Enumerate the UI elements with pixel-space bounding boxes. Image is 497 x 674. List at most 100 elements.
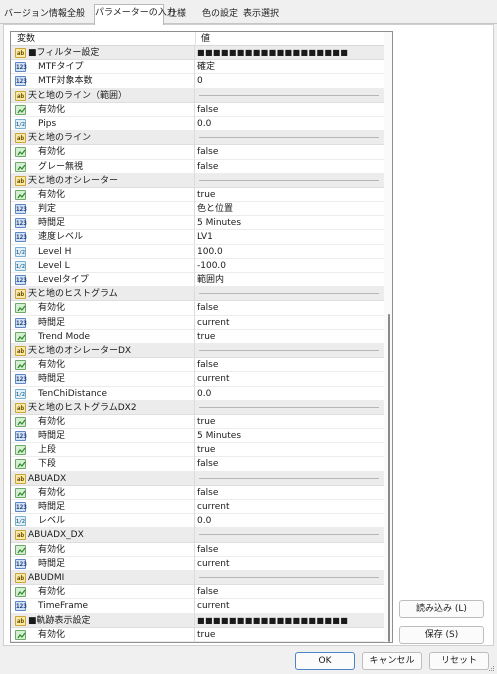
scrollbar-thumb[interactable] (388, 314, 390, 642)
parameter-value[interactable]: current (197, 373, 383, 385)
parameter-value[interactable]: LV1 (197, 231, 383, 243)
save-button[interactable]: 保存 (S) (399, 626, 484, 644)
parameter-value[interactable]: 0 (197, 75, 383, 87)
parameter-row[interactable]: グレー無視 false (11, 159, 384, 174)
parameter-value[interactable]: false (197, 146, 383, 158)
parameter-value[interactable]: false (197, 586, 383, 598)
parameter-row[interactable]: 有効化 false (11, 145, 384, 160)
parameter-row[interactable]: 123 時間足 current (11, 500, 384, 515)
parameter-row[interactable]: 123 時間足 5 Minutes (11, 216, 384, 231)
reset-button[interactable]: リセット (429, 652, 489, 670)
parameter-row[interactable]: 123 時間足 current (11, 315, 384, 330)
parameter-row[interactable]: 123 MTFタイプ 確定 (11, 60, 384, 75)
group-row[interactable]: ab ABUDMI (11, 570, 384, 586)
parameter-row[interactable]: 有効化 false (11, 485, 384, 500)
parameter-value[interactable]: 0.0 (197, 388, 383, 400)
parameter-name-cell: 123 時間足 (11, 429, 195, 444)
dbl-icon: 1/2 (15, 388, 26, 399)
cancel-button[interactable]: キャンセル (362, 652, 422, 670)
parameter-row[interactable]: 上段 true (11, 443, 384, 458)
parameter-value[interactable]: -100.0 (197, 260, 383, 272)
parameter-row[interactable]: 123 判定 色と位置 (11, 202, 384, 217)
parameter-row[interactable]: 有効化 false (11, 542, 384, 557)
parameter-value[interactable]: true (197, 331, 383, 343)
parameter-value[interactable]: false (197, 458, 383, 470)
parameter-name-cell: 有効化 (11, 187, 195, 202)
parameter-row[interactable]: 1/2 Level L -100.0 (11, 258, 384, 273)
parameter-value[interactable]: ■■■■■■■■■■■■■■■■■■■ (197, 47, 383, 59)
parameter-value[interactable]: 色と位置 (197, 203, 383, 215)
parameter-row[interactable]: 123 速度レベル LV1 (11, 230, 384, 245)
parameter-row[interactable]: 123 TimeFrame current (11, 599, 384, 614)
parameter-row[interactable]: 123 MTF対象本数 0 (11, 74, 384, 89)
parameter-row[interactable]: 有効化 false (11, 102, 384, 117)
parameter-value[interactable]: true (197, 416, 383, 428)
column-header-value[interactable]: 値 (201, 34, 210, 45)
load-button[interactable]: 読み込み (L) (399, 600, 484, 618)
parameter-row[interactable]: 123 時間足 current (11, 556, 384, 571)
group-row[interactable]: ab 天と地のヒストグラムDX2 (11, 400, 384, 415)
parameter-value[interactable]: false (197, 104, 383, 116)
parameter-value[interactable]: false (197, 359, 383, 371)
column-header-variable[interactable]: 変数 (17, 34, 35, 45)
bool-icon (15, 487, 26, 498)
parameter-value[interactable]: current (197, 600, 383, 612)
group-row[interactable]: ab 天と地のライン (11, 131, 384, 146)
parameter-value[interactable]: 100.0 (197, 246, 383, 258)
parameter-value[interactable]: 5 Minutes (197, 217, 383, 229)
tab-colors[interactable]: 色の設定 (201, 6, 239, 24)
group-row[interactable]: ab 天と地のオシレーター (11, 173, 384, 188)
parameter-row[interactable]: 有効化 false (11, 585, 384, 600)
parameter-row[interactable]: 下段 false (11, 457, 384, 472)
bool-icon (15, 331, 26, 342)
parameter-label: Level H (38, 246, 72, 257)
group-row[interactable]: ab ■軌跡表示設定 ■■■■■■■■■■■■■■■■■■■ (11, 613, 384, 628)
parameter-value[interactable]: false (197, 487, 383, 499)
vertical-scrollbar[interactable] (384, 32, 392, 642)
tab-display[interactable]: 表示選択 (241, 6, 281, 24)
parameter-value[interactable]: 0.0 (197, 118, 383, 130)
parameter-value[interactable]: false (197, 544, 383, 556)
parameter-value[interactable]: 確定 (197, 61, 383, 73)
group-row[interactable]: ab 天と地のオシレーターDX (11, 343, 384, 359)
parameter-row[interactable]: 123 時間足 5 Minutes (11, 429, 384, 444)
parameter-row[interactable]: 123 時間足 current (11, 372, 384, 387)
parameter-value[interactable]: 範囲内 (197, 274, 383, 286)
tab-version-info[interactable]: バージョン情報 (4, 6, 67, 24)
parameter-row[interactable]: 有効化 true (11, 187, 384, 203)
parameter-value[interactable]: current (197, 558, 383, 570)
parameter-row[interactable]: 1/2 レベル 0.0 (11, 514, 384, 529)
parameter-value[interactable]: 0.0 (197, 515, 383, 527)
parameter-row[interactable]: 有効化 false (11, 358, 384, 373)
parameter-value[interactable]: false (197, 161, 383, 173)
parameter-row[interactable]: 1/2 TenChiDistance 0.0 (11, 386, 384, 401)
parameter-row[interactable]: 有効化 false (11, 301, 384, 316)
parameter-value[interactable]: true (197, 629, 383, 641)
int-icon: 123 (15, 62, 27, 73)
ok-button[interactable]: OK (295, 652, 355, 670)
parameter-row[interactable]: 有効化 true (11, 414, 384, 430)
parameter-row[interactable]: Trend Mode true (11, 329, 384, 344)
parameter-name-cell: 123 MTFタイプ (11, 60, 195, 75)
group-row[interactable]: ab 天と地のライン（範囲） (11, 88, 384, 103)
parameter-row[interactable]: 1/2 Pips 0.0 (11, 116, 384, 132)
parameter-value[interactable]: 5 Minutes (197, 430, 383, 442)
parameter-value[interactable]: current (197, 501, 383, 513)
parameter-value[interactable]: false (197, 302, 383, 314)
parameter-row[interactable]: 1/2 Level H 100.0 (11, 244, 384, 259)
tab-general[interactable]: 全般 (64, 6, 88, 24)
resize-grip-icon[interactable] (488, 665, 495, 672)
parameter-row[interactable]: 123 Levelタイプ 範囲内 (11, 273, 384, 288)
group-row[interactable]: ab 天と地のヒストグラム (11, 287, 384, 302)
group-row[interactable]: ab ■フィルター設定 ■■■■■■■■■■■■■■■■■■■ (11, 46, 384, 61)
group-row[interactable]: ab ABUADX_DX (11, 528, 384, 543)
parameter-row[interactable]: 有効化 true (11, 627, 384, 642)
parameter-value[interactable]: true (197, 444, 383, 456)
tab-parameters[interactable]: パラメーターの入力 (94, 4, 176, 25)
parameter-label: 天と地のオシレーターDX (28, 345, 132, 356)
group-row[interactable]: ab ABUADX (11, 471, 384, 486)
int-icon: 123 (15, 204, 27, 215)
parameter-value[interactable]: ■■■■■■■■■■■■■■■■■■■ (197, 615, 383, 627)
parameter-value[interactable]: current (197, 317, 383, 329)
parameter-value[interactable]: true (197, 189, 383, 201)
